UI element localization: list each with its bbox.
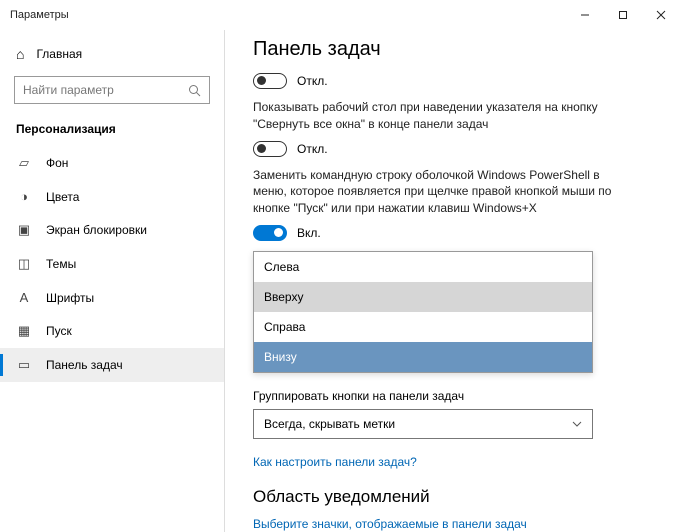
dropdown-option[interactable]: Справа — [254, 312, 592, 342]
setting-description: Заменить командную строку оболочкой Wind… — [253, 167, 623, 217]
home-nav[interactable]: ⌂ Главная — [0, 40, 224, 68]
group-buttons-label: Группировать кнопки на панели задач — [253, 389, 652, 403]
sidebar-item-label: Панель задач — [46, 358, 123, 372]
content-area: Панель задач Откл. Показывать рабочий ст… — [225, 30, 680, 532]
category-header: Персонализация — [0, 118, 224, 146]
sidebar-item-background[interactable]: ▱ Фон — [0, 146, 224, 180]
maximize-button[interactable] — [604, 0, 642, 30]
toggle-state: Вкл. — [297, 226, 321, 240]
home-icon: ⌂ — [16, 46, 24, 62]
sidebar-item-label: Темы — [46, 257, 76, 271]
titlebar: Параметры — [0, 0, 680, 30]
sidebar-item-label: Цвета — [46, 190, 79, 204]
taskbar-icon: ▭ — [16, 357, 32, 373]
toggle-state: Откл. — [297, 74, 328, 88]
sidebar-item-lockscreen[interactable]: ▣ Экран блокировки — [0, 213, 224, 247]
group-buttons-combo[interactable]: Всегда, скрывать метки — [253, 409, 593, 439]
sidebar-item-colors[interactable]: ◑ Цвета — [0, 180, 224, 213]
theme-icon: ◫ — [16, 256, 32, 272]
lock-icon: ▣ — [16, 222, 32, 238]
palette-icon: ◑ — [16, 189, 32, 204]
minimize-button[interactable] — [566, 0, 604, 30]
image-icon: ▱ — [16, 155, 32, 171]
window-controls — [566, 0, 680, 30]
sidebar-item-label: Шрифты — [46, 291, 94, 305]
chevron-down-icon — [572, 421, 582, 427]
search-placeholder: Найти параметр — [23, 83, 114, 97]
sidebar-item-start[interactable]: ▦ Пуск — [0, 314, 224, 348]
sidebar-item-taskbar[interactable]: ▭ Панель задач — [0, 348, 224, 382]
sidebar-item-label: Пуск — [46, 324, 72, 338]
search-icon — [188, 84, 201, 97]
home-label: Главная — [36, 47, 82, 61]
dropdown-option[interactable]: Слева — [254, 252, 592, 282]
setting-description: Показывать рабочий стол при наведении ук… — [253, 99, 623, 133]
position-dropdown-open[interactable]: Слева Вверху Справа Внизу — [253, 251, 593, 373]
search-input[interactable]: Найти параметр — [14, 76, 210, 104]
sidebar-item-fonts[interactable]: A Шрифты — [0, 281, 224, 314]
toggle-switch[interactable] — [253, 141, 287, 157]
combo-value: Всегда, скрывать метки — [264, 417, 395, 431]
toggle-switch[interactable] — [253, 73, 287, 89]
font-icon: A — [16, 290, 32, 305]
sidebar-item-label: Фон — [46, 156, 68, 170]
window-title: Параметры — [10, 9, 566, 21]
sidebar-item-themes[interactable]: ◫ Темы — [0, 247, 224, 281]
help-link[interactable]: Как настроить панели задач? — [253, 455, 652, 469]
dropdown-option[interactable]: Вверху — [254, 282, 592, 312]
sidebar-item-label: Экран блокировки — [46, 223, 147, 237]
sidebar: ⌂ Главная Найти параметр Персонализация … — [0, 30, 225, 532]
page-title: Панель задач — [253, 38, 652, 61]
section-notification-area: Область уведомлений — [253, 487, 652, 507]
dropdown-option[interactable]: Внизу — [254, 342, 592, 372]
start-icon: ▦ — [16, 323, 32, 339]
select-icons-link[interactable]: Выберите значки, отображаемые в панели з… — [253, 517, 652, 531]
close-button[interactable] — [642, 0, 680, 30]
toggle-state: Откл. — [297, 142, 328, 156]
toggle-switch[interactable] — [253, 225, 287, 241]
